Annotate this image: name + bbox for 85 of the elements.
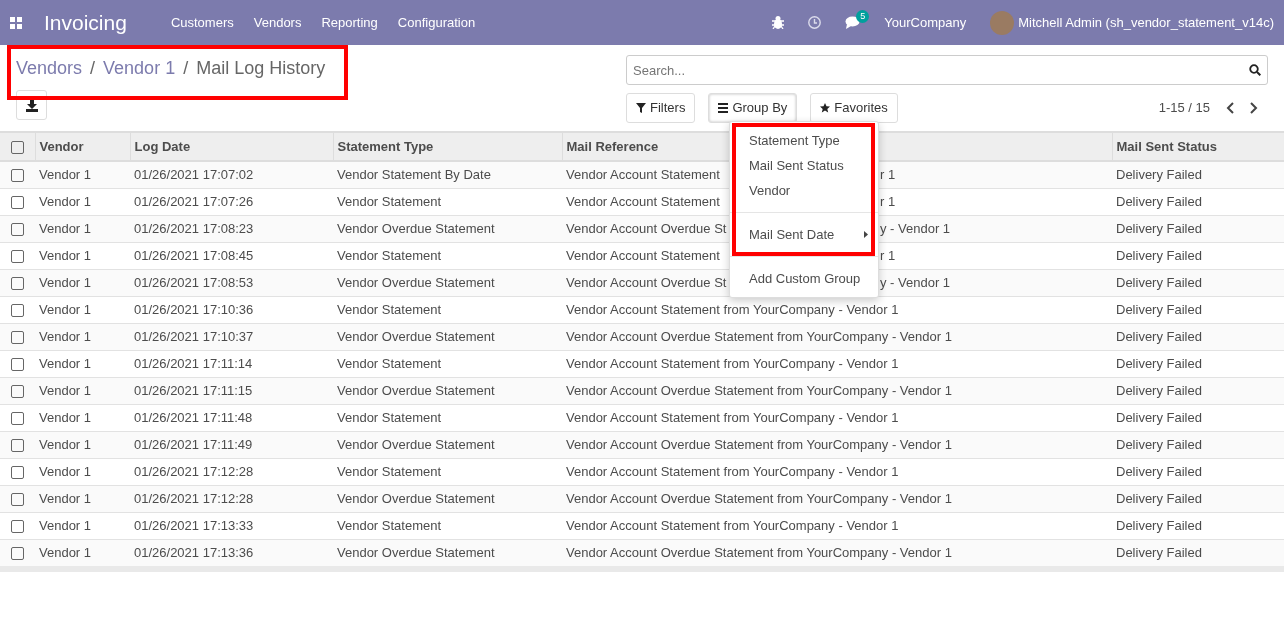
table-cell: Vendor 1	[39, 517, 92, 533]
table-cell: Vendor Account Overdue Statement from YourCompany - Vendor 1	[566, 545, 952, 560]
table-cell: 01/26/2021 17:11:14	[134, 355, 253, 371]
table-cell: Vendor 1	[39, 490, 92, 506]
table-cell: Delivery Failed	[1116, 193, 1202, 209]
table-cell-text: r 1	[880, 192, 896, 211]
table-cell-text: Vendor Account Statement	[566, 192, 720, 211]
table-cell: 01/26/2021 17:10:37	[134, 328, 254, 344]
table-cell: Delivery Failed	[1116, 247, 1202, 263]
table-cell: Delivery Failed	[1116, 382, 1202, 398]
table-cell: Vendor Statement	[337, 463, 442, 479]
table-cell: Vendor Statement	[337, 193, 442, 209]
table-cell: Vendor 1	[39, 382, 92, 398]
table-cell: Delivery Failed	[1116, 409, 1202, 425]
table-cell-text: r 1	[880, 246, 896, 265]
table-cell: 01/26/2021 17:08:45	[134, 247, 254, 263]
breadcrumb-separator: /	[90, 57, 96, 80]
table-cell: Vendor Statement	[337, 517, 442, 533]
table-cell: Vendor Account Overdue Statement from YourCompany - Vendor 1	[566, 490, 952, 506]
table-cell: Vendor 1	[39, 220, 92, 236]
table-cell: Vendor Account Overdue Statement from YourCompany - Vendor 1	[566, 382, 952, 398]
table-cell: 01/26/2021 17:07:26	[134, 193, 254, 209]
table-cell-text: Vendor Account Overdue St	[566, 273, 727, 292]
table-cell: Vendor Overdue Statement	[337, 490, 495, 506]
table-cell: Vendor Overdue Statement	[337, 328, 495, 344]
table-cell-text: r 1	[880, 166, 896, 184]
table-cell: Vendor Overdue Statement	[337, 274, 495, 290]
table-cell: Vendor 1	[39, 328, 92, 344]
table-cell: Vendor 1	[39, 167, 92, 182]
table-cell: Vendor Account Statement from YourCompany - Vendor 1	[566, 463, 899, 479]
table-cell: 01/26/2021 17:11:49	[134, 436, 253, 452]
breadcrumb-current: Mail Log History	[196, 57, 326, 80]
table-cell-text: Vendor Account Statement	[566, 246, 720, 265]
table-cell: Delivery Failed	[1116, 517, 1202, 533]
table-cell: Delivery Failed	[1116, 436, 1202, 452]
table-cell: Vendor Account Statement from YourCompany - Vendor 1	[566, 301, 899, 317]
table-cell: Vendor 1	[39, 463, 92, 479]
table-cell: Vendor 1	[39, 274, 92, 290]
pager-text: 1-15 / 15	[1158, 99, 1210, 118]
table-cell: Delivery Failed	[1116, 220, 1202, 236]
breadcrumb-separator: /	[183, 57, 189, 80]
table-cell: 01/26/2021 17:13:33	[134, 517, 254, 533]
table-cell: Delivery Failed	[1116, 545, 1202, 560]
table-cell: 01/26/2021 17:12:28	[134, 490, 254, 506]
table-cell: 01/26/2021 17:10:36	[134, 301, 254, 317]
table-cell: 01/26/2021 17:12:28	[134, 463, 254, 479]
table-cell: Vendor Statement	[337, 247, 442, 263]
notification-badge: 5	[856, 10, 870, 23]
table-cell: Vendor Overdue Statement	[337, 436, 495, 452]
table-cell: Delivery Failed	[1116, 301, 1202, 317]
table-cell: Vendor 1	[39, 436, 92, 452]
table-cell: 01/26/2021 17:11:48	[134, 409, 253, 425]
table-cell: Vendor Overdue Statement	[337, 382, 495, 398]
table-cell: Delivery Failed	[1116, 355, 1202, 371]
table-cell: Vendor 1	[39, 301, 92, 317]
table-cell: Vendor Statement	[337, 409, 442, 425]
table-cell: Vendor Account Overdue Statement from YourCompany - Vendor 1	[566, 436, 952, 452]
table-cell: 01/26/2021 17:07:02	[134, 167, 254, 182]
table-cell: 01/26/2021 17:08:23	[134, 220, 254, 236]
table-cell: Vendor Account Overdue Statement from YourCompany - Vendor 1	[566, 328, 952, 344]
table-cell: Vendor Statement	[337, 355, 442, 371]
table-cell: Delivery Failed	[1116, 274, 1202, 290]
table-cell: 01/26/2021 17:08:53	[134, 274, 254, 290]
table-cell: Vendor Statement By Date	[337, 167, 491, 182]
table-cell: Vendor Overdue Statement	[337, 545, 495, 560]
table-cell-text: Vendor Account Statement	[566, 166, 720, 184]
table-cell-text: y - Vendor 1	[880, 273, 951, 292]
table-cell-text: y - Vendor 1	[880, 219, 951, 238]
table-cell: Vendor Account Statement from YourCompany - Vendor 1	[566, 355, 899, 371]
table-cell: 01/26/2021 17:13:36	[134, 545, 254, 560]
table-cell: Delivery Failed	[1116, 167, 1202, 182]
table-cell: Vendor 1	[39, 545, 92, 560]
table-cell: Vendor Statement	[337, 301, 442, 317]
table-cell: Vendor Account Statement from YourCompany - Vendor 1	[566, 517, 899, 533]
table-cell: Vendor 1	[39, 247, 92, 263]
table-cell: Vendor 1	[39, 193, 92, 209]
table-cell: Delivery Failed	[1116, 463, 1202, 479]
table-cell-text: Vendor Account Overdue St	[566, 219, 727, 238]
table-cell: Delivery Failed	[1116, 328, 1202, 344]
table-cell: Vendor Overdue Statement	[337, 220, 495, 236]
table-cell: 01/26/2021 17:11:15	[134, 382, 253, 398]
table-cell: Delivery Failed	[1116, 490, 1202, 506]
table-cell: Vendor 1	[39, 355, 92, 371]
table-cell: Vendor Account Statement from YourCompany - Vendor 1	[566, 409, 899, 425]
table-cell: Vendor 1	[39, 409, 92, 425]
